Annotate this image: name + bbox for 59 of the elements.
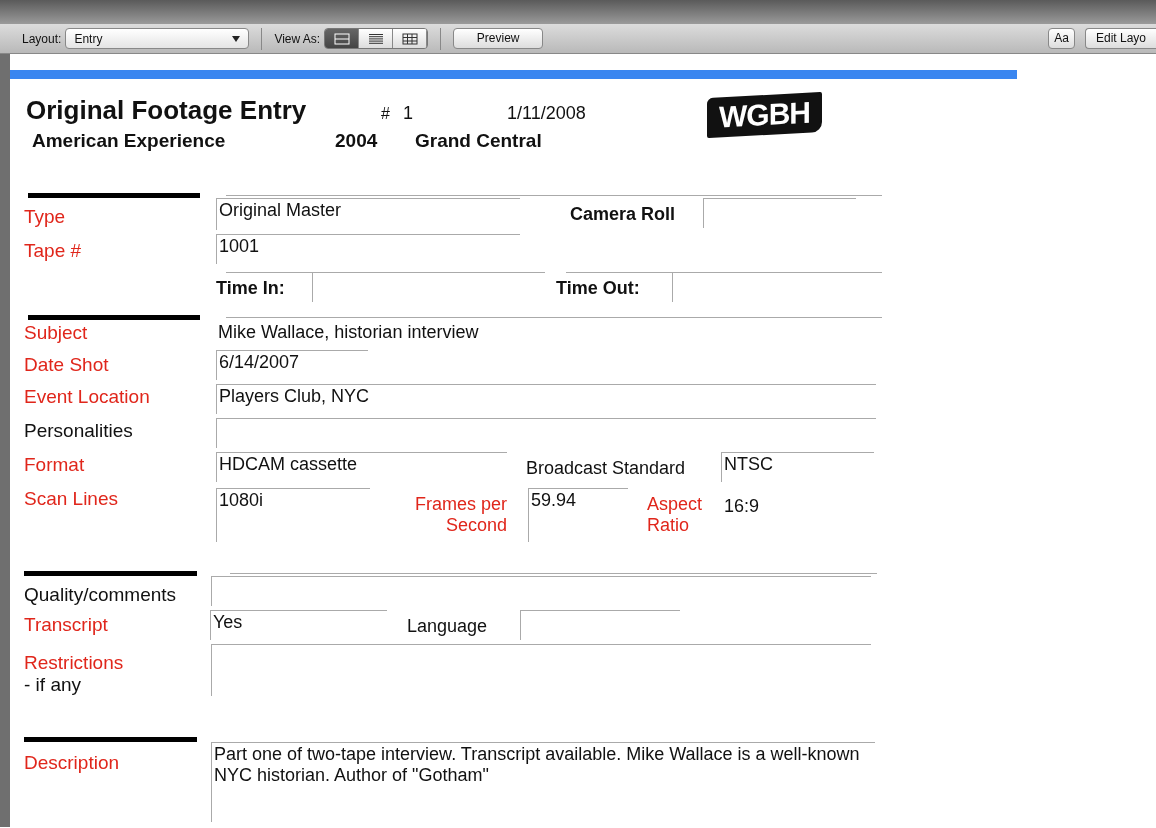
year: 2004 (335, 129, 379, 153)
field-caption: Language (407, 616, 489, 637)
description-field[interactable]: Part one of two-tape interview. Transcript available. Mike Wallace is a well-known NYC historian. Author of "Gotham" (211, 742, 875, 822)
edit-layout-button[interactable]: Edit Layo (1084, 28, 1156, 49)
type-field[interactable]: Original Master (216, 198, 520, 230)
field-label: Transcript (24, 614, 109, 636)
record-date: 1/11/2008 (507, 102, 587, 125)
field-caption: Camera Roll (570, 204, 677, 225)
field-caption: Time Out: (556, 278, 641, 299)
quality-comments-field[interactable] (211, 576, 871, 606)
format-field[interactable]: HDCAM cassette (216, 452, 507, 482)
field-label: Subject (24, 322, 89, 344)
field-note: - if any (24, 674, 83, 696)
restrictions-field[interactable] (211, 644, 871, 696)
field-caption: Aspect Ratio (647, 494, 704, 536)
frames-per-second-field[interactable]: 59.94 (528, 488, 628, 542)
field-caption: Time In: (216, 278, 286, 299)
event-location-field[interactable]: Players Club, NYC (216, 384, 876, 414)
layout-dropdown[interactable]: Entry (65, 28, 250, 49)
scan-lines-field[interactable]: 1080i (216, 488, 370, 542)
layout-label: Layout: (22, 30, 62, 48)
field-label: Tape # (24, 240, 83, 262)
personalities-field[interactable] (216, 418, 876, 448)
field-label: Scan Lines (24, 488, 119, 510)
text-format-button[interactable]: Aa (1048, 28, 1075, 49)
table-icon (401, 32, 418, 45)
field-label: Type (24, 206, 67, 228)
field-caption: Broadcast Standard (526, 458, 687, 479)
field-label: Personalities (24, 420, 134, 442)
date-shot-field[interactable]: 6/14/2007 (216, 350, 368, 380)
form-view-button[interactable] (325, 29, 360, 48)
form-title: Original Footage Entry (26, 94, 308, 127)
logo: WGBH (707, 92, 822, 138)
number-sign: # (381, 104, 391, 124)
table-view-button[interactable] (393, 29, 428, 48)
form-icon (333, 32, 350, 45)
caret-icon (232, 35, 241, 42)
program-name: Grand Central (415, 129, 542, 153)
field-label: Date Shot (24, 354, 110, 376)
view-switcher[interactable] (324, 28, 429, 49)
field-label: Format (24, 454, 86, 476)
field-label: Quality/comments (24, 584, 178, 606)
broadcast-standard-field[interactable]: NTSC (721, 452, 874, 482)
camera-roll-field[interactable] (703, 198, 856, 228)
field-label: Event Location (24, 386, 151, 408)
field-value: Mike Wallace, historian interview (218, 322, 480, 343)
field-label: Description (24, 752, 121, 774)
transcript-field[interactable]: Yes (210, 610, 387, 640)
series-name: American Experience (32, 129, 227, 153)
field-caption: Frames per Second (413, 494, 507, 536)
field-label: Restrictions (24, 652, 125, 674)
language-field[interactable] (520, 610, 680, 640)
list-view-button[interactable] (359, 29, 394, 48)
field-value: 16:9 (724, 496, 761, 517)
record-number: 1 (403, 102, 414, 125)
tape-number-field[interactable]: 1001 (216, 234, 520, 264)
list-icon (367, 32, 384, 45)
preview-button[interactable]: Preview (453, 28, 544, 49)
view-as-label: View As: (274, 30, 321, 48)
